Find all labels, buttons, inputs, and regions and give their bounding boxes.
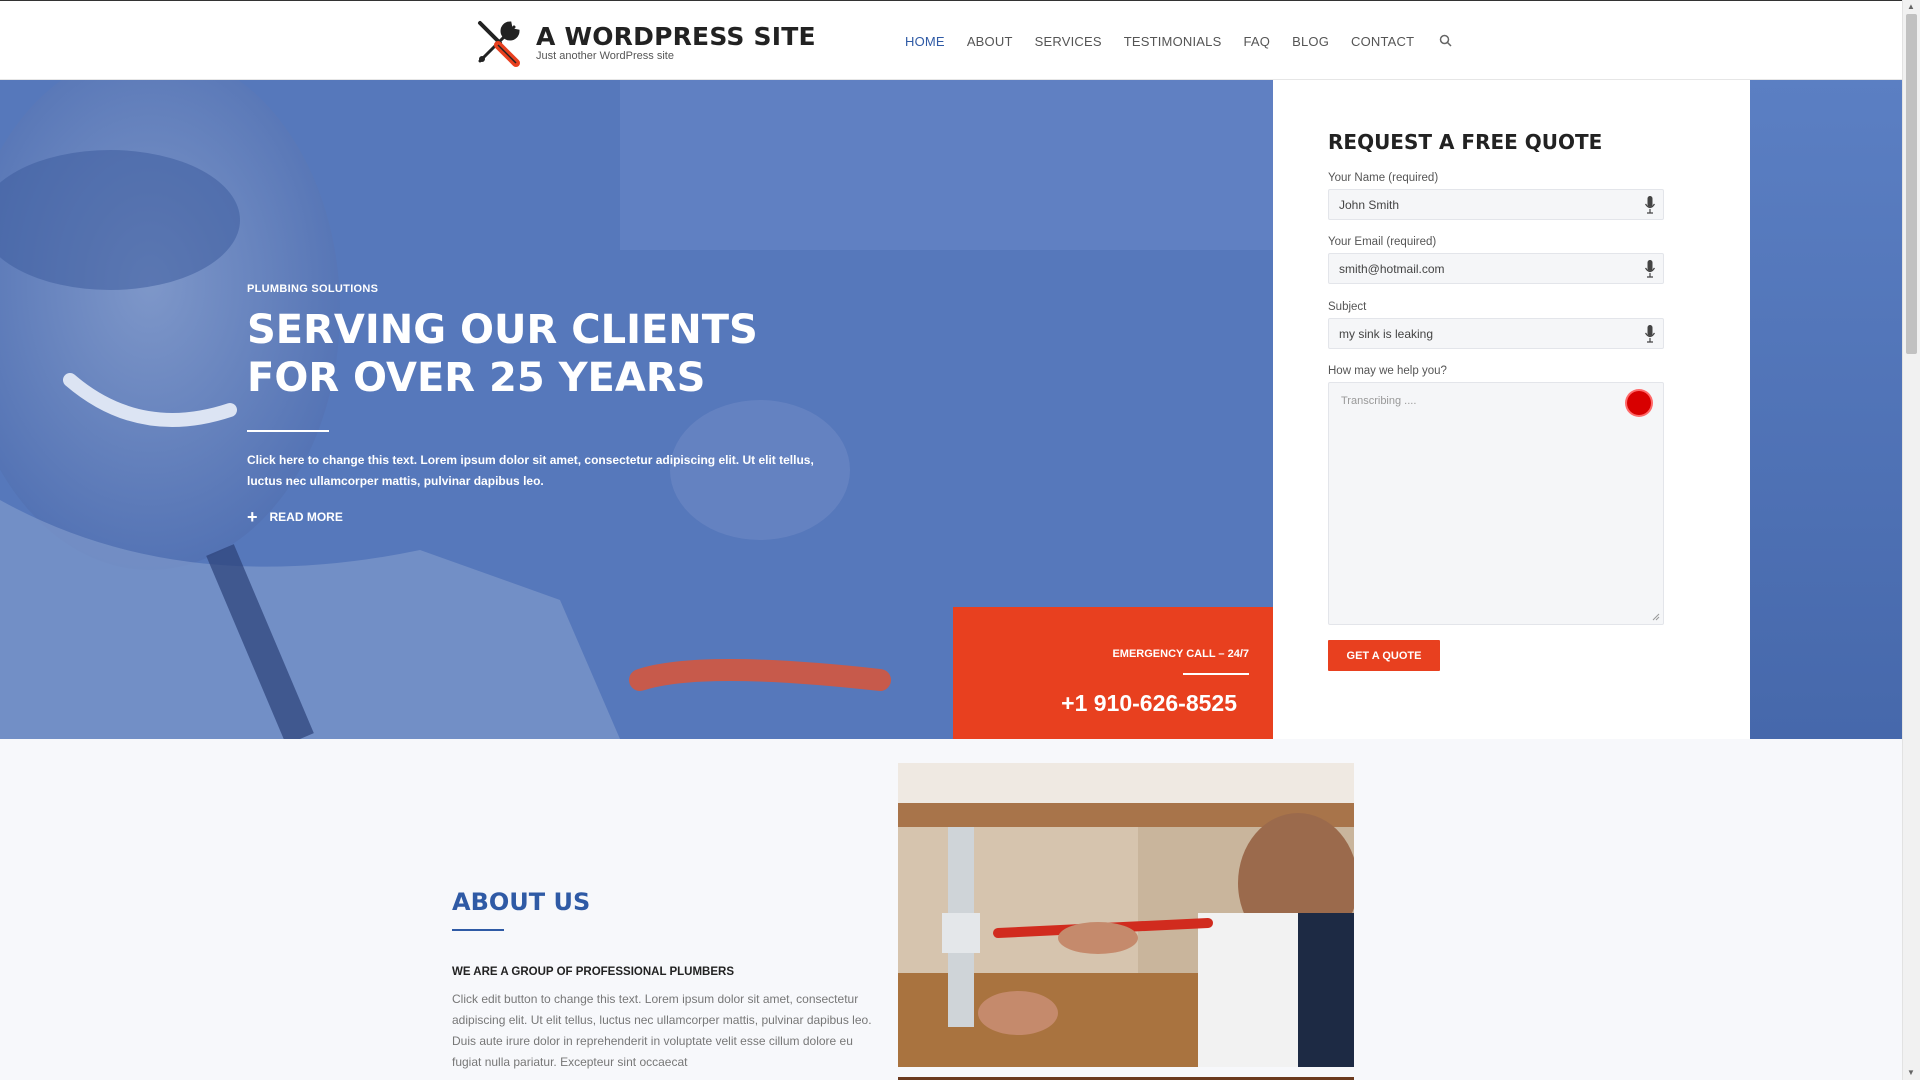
resize-handle-icon[interactable] bbox=[1652, 613, 1660, 621]
scrollbar-thumb[interactable] bbox=[1906, 14, 1917, 354]
plus-icon: + bbox=[247, 507, 258, 527]
site-tagline: Just another WordPress site bbox=[536, 49, 674, 62]
hero-divider bbox=[247, 430, 329, 432]
read-more-label: READ MORE bbox=[269, 510, 343, 524]
nav-item-about[interactable]: ABOUT bbox=[967, 34, 1013, 49]
microphone-icon[interactable] bbox=[1645, 260, 1655, 278]
emergency-phone[interactable]: +1 910-626-8525 bbox=[1061, 690, 1237, 717]
about-text: Click edit button to change this text. L… bbox=[452, 992, 872, 1069]
email-label: Your Email (required) bbox=[1328, 236, 1437, 248]
site-logo[interactable]: A WORDPRESS SITE Just another WordPress … bbox=[470, 13, 816, 71]
microphone-icon[interactable] bbox=[1645, 196, 1655, 214]
emergency-divider bbox=[1183, 673, 1249, 675]
read-more-link[interactable]: + READ MORE bbox=[247, 507, 343, 527]
subject-label: Subject bbox=[1328, 301, 1367, 313]
scroll-down-arrow-icon[interactable]: ▼ bbox=[1907, 1068, 1915, 1077]
subject-value: my sink is leaking bbox=[1339, 326, 1434, 341]
message-placeholder: Transcribing .... bbox=[1341, 395, 1417, 407]
message-textarea[interactable]: Transcribing .... bbox=[1328, 382, 1664, 625]
get-quote-button[interactable]: GET A QUOTE bbox=[1328, 640, 1440, 671]
quote-form: REQUEST A FREE QUOTE Your Name (required… bbox=[1273, 80, 1750, 739]
nav-item-blog[interactable]: BLOG bbox=[1292, 34, 1329, 49]
scroll-up-arrow-icon[interactable]: ▲ bbox=[1907, 2, 1915, 11]
tools-logo-icon bbox=[478, 21, 520, 67]
nav-item-faq[interactable]: FAQ bbox=[1243, 34, 1270, 49]
site-header: A WORDPRESS SITE Just another WordPress … bbox=[0, 0, 1902, 80]
plumber-working-photo bbox=[898, 763, 1354, 1067]
main-nav: HOME ABOUT SERVICES TESTIMONIALS FAQ BLO… bbox=[905, 1, 1454, 81]
hero-side-strip bbox=[1750, 80, 1902, 739]
site-title[interactable]: A WORDPRESS SITE bbox=[536, 22, 816, 51]
name-label: Your Name (required) bbox=[1328, 172, 1439, 184]
hero-title-line2: FOR OVER 25 YEARS bbox=[247, 355, 706, 401]
nav-item-contact[interactable]: CONTACT bbox=[1351, 34, 1414, 49]
about-subtitle: WE ARE A GROUP OF PROFESSIONAL PLUMBERS bbox=[452, 966, 734, 978]
emergency-label: EMERGENCY CALL – 24/7 bbox=[1112, 648, 1249, 660]
page-scrollbar[interactable]: ▲ ▼ bbox=[1902, 0, 1920, 1080]
subject-field[interactable]: my sink is leaking bbox=[1328, 318, 1664, 349]
about-divider bbox=[452, 929, 504, 931]
email-field[interactable]: smith@hotmail.com bbox=[1328, 253, 1664, 284]
emergency-call-box: EMERGENCY CALL – 24/7 +1 910-626-8525 bbox=[953, 607, 1273, 739]
quote-title: REQUEST A FREE QUOTE bbox=[1328, 130, 1603, 154]
nav-item-testimonials[interactable]: TESTIMONIALS bbox=[1124, 34, 1222, 49]
message-label: How may we help you? bbox=[1328, 365, 1447, 377]
microphone-icon[interactable] bbox=[1645, 325, 1655, 343]
hero-text: Click here to change this text. Lorem ip… bbox=[247, 453, 814, 488]
about-section: ABOUT US WE ARE A GROUP OF PROFESSIONAL … bbox=[0, 739, 1902, 1080]
nav-item-home[interactable]: HOME bbox=[905, 34, 945, 49]
nav-item-services[interactable]: SERVICES bbox=[1035, 34, 1102, 49]
recording-microphone-icon[interactable] bbox=[1627, 391, 1651, 415]
name-value: John Smith bbox=[1339, 197, 1400, 212]
email-value: smith@hotmail.com bbox=[1339, 261, 1445, 276]
search-icon[interactable] bbox=[1438, 33, 1454, 49]
hero-title-line1: SERVING OUR CLIENTS bbox=[247, 307, 758, 353]
hero-title: SERVING OUR CLIENTS FOR OVER 25 YEARS bbox=[247, 306, 847, 402]
name-field[interactable]: John Smith bbox=[1328, 189, 1664, 220]
hero-subtitle: PLUMBING SOLUTIONS bbox=[247, 283, 379, 295]
about-title: ABOUT US bbox=[452, 888, 591, 916]
